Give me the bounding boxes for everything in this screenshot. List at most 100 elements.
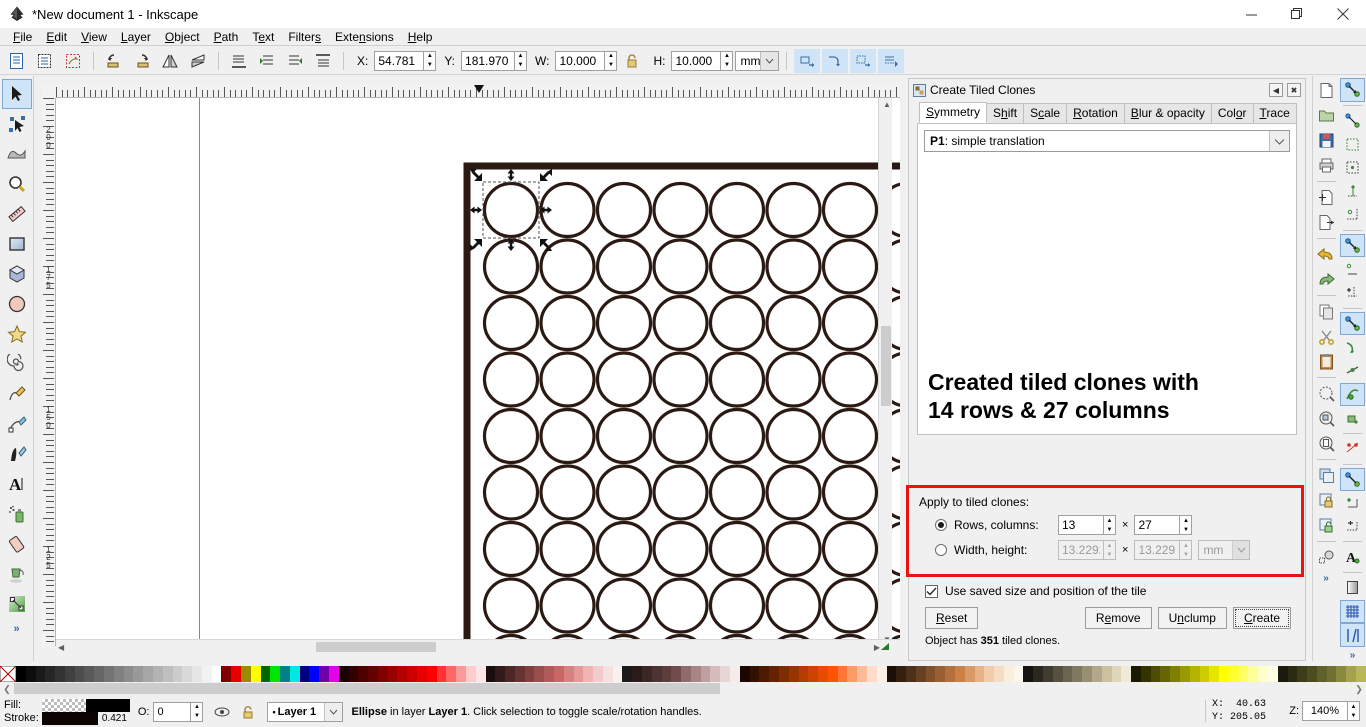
palette-swatch[interactable] [1287,666,1298,682]
palette-swatch[interactable] [964,666,975,682]
measure-tool[interactable] [2,199,32,229]
snap-smooth-node-icon[interactable] [1340,335,1365,359]
tab-symmetry[interactable]: Symmetry [919,102,988,123]
palette-swatch[interactable] [553,666,564,682]
bucket-tool[interactable] [2,559,32,589]
palette-swatch[interactable] [74,666,85,682]
y-spin-arrows[interactable]: ▲ ▼ [515,50,528,71]
rotate-90-cw-icon[interactable] [129,49,155,73]
palette-swatch[interactable] [231,666,241,682]
palette-swatch[interactable] [1033,666,1044,682]
palette-swatch[interactable] [1082,666,1092,682]
palette-swatch[interactable] [348,666,359,682]
palette-swatch[interactable] [240,666,251,682]
spray-tool[interactable] [2,499,32,529]
palette-swatch[interactable] [681,666,691,682]
group-lock-icon[interactable] [1314,488,1339,513]
use-saved-size-row[interactable]: Use saved size and position of the tile [925,584,1146,598]
palette-swatch[interactable] [377,666,388,682]
palette-swatch[interactable] [524,666,535,682]
snap-intersection-icon[interactable] [1340,281,1365,305]
affect-stroke-width-icon[interactable] [794,48,821,73]
palette-swatch[interactable] [1121,666,1132,682]
create-button[interactable]: Create [1232,607,1291,629]
rows-spin-arrows[interactable]: ▲ ▼ [1104,515,1116,535]
snap-object-icon[interactable] [1340,406,1365,430]
snap-bbox-edge-icon[interactable] [1340,132,1365,156]
palette-swatch[interactable] [123,666,134,682]
palette-swatch[interactable] [730,666,740,682]
palette-swatch[interactable] [16,666,26,682]
palette-swatch[interactable] [798,666,809,682]
palette-scroll-left[interactable]: ❮ [0,682,14,696]
snap-bbox-icon[interactable] [1340,109,1365,133]
palette-swatch[interactable] [700,666,711,682]
node-tool[interactable] [2,109,32,139]
undo-arrow-icon[interactable] [1314,242,1339,267]
palette-swatch[interactable] [1238,666,1249,682]
palette-swatch[interactable] [250,666,261,682]
palette-swatch[interactable] [35,666,46,682]
palette-swatch[interactable] [446,666,457,682]
eraser-tool[interactable] [2,529,32,559]
palette-swatch[interactable] [1062,666,1073,682]
palette-swatch[interactable] [505,666,515,682]
x-spinner[interactable]: ▲▼ [374,50,437,71]
palette-swatch[interactable] [192,666,202,682]
width-spin-arrows[interactable]: ▲ ▼ [1104,540,1116,560]
palette-swatch[interactable] [436,666,447,682]
palette-swatch[interactable] [465,666,476,682]
snap-guides-node-icon[interactable] [1340,467,1365,492]
snap-page-border-icon[interactable] [1340,576,1365,600]
palette-swatch[interactable] [289,666,300,682]
palette-swatch[interactable] [133,666,144,682]
lock-ratio-icon[interactable] [619,49,645,73]
snap-guides-icon[interactable] [1340,623,1365,648]
3dbox-tool[interactable] [2,259,32,289]
rectangle-tool[interactable] [2,229,32,259]
eye-icon[interactable] [209,700,235,724]
palette-scrollbar-thumb[interactable] [14,683,720,694]
canvas-rotation-lock-icon[interactable] [878,639,892,653]
palette-swatch[interactable] [143,666,153,682]
columns-spin-arrows[interactable]: ▲ ▼ [1180,515,1193,535]
palette-swatch[interactable] [837,666,848,682]
ungroup-icon[interactable] [1314,513,1339,538]
close-button[interactable] [1320,0,1366,28]
menu-object[interactable]: Object [158,29,207,45]
raise-one-step-icon[interactable] [282,49,308,73]
palette-swatch[interactable] [896,666,907,682]
redo-arrow-icon[interactable] [1314,267,1339,292]
bezier-tool[interactable] [2,409,32,439]
height-spinner[interactable]: ▲▼ [1134,540,1193,560]
palette-swatch[interactable] [994,666,1004,682]
rows-spinner[interactable]: ▲▼ [1058,515,1116,535]
palette-swatch[interactable] [309,666,320,682]
unclump-button[interactable]: Un clump [1157,607,1227,629]
snap-cusp-node-icon[interactable] [1340,311,1365,336]
palette-swatch[interactable] [1140,666,1151,682]
palette-swatch[interactable] [632,666,642,682]
menu-help[interactable]: Help [401,29,440,45]
palette-swatch[interactable] [152,666,163,682]
rows-columns-radio[interactable] [935,519,947,531]
ellipse-tool[interactable] [2,289,32,319]
palette-swatch[interactable] [426,666,437,682]
palette-swatch[interactable] [1248,666,1259,682]
opacity-field[interactable]: O: ▲▼ [138,701,204,722]
palette-swatch[interactable] [1307,666,1317,682]
palette-swatch[interactable] [162,666,173,682]
palette-swatch[interactable] [739,666,750,682]
palette-swatch[interactable] [788,666,799,682]
snap-grid-icon[interactable] [1340,599,1365,624]
palette-swatch[interactable] [280,666,290,682]
star-tool[interactable] [2,319,32,349]
palette-swatch[interactable] [495,666,506,682]
palette-swatch[interactable] [651,666,662,682]
palette-swatch[interactable] [866,666,877,682]
palette-swatch[interactable] [1023,666,1034,682]
palette-swatch[interactable] [906,666,916,682]
h-spinner[interactable]: ▲▼ [671,50,734,71]
snap-bar-overflow-button[interactable]: » [1350,650,1356,661]
palette-swatch[interactable] [935,666,946,682]
